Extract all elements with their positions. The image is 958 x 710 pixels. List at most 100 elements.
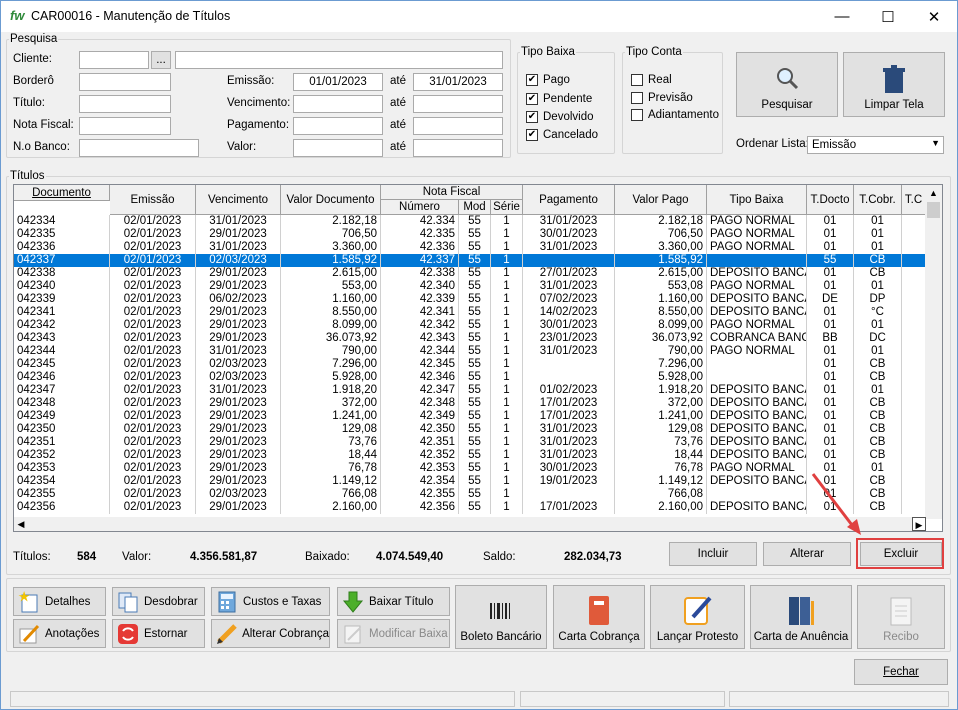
scroll-right-icon[interactable]: ▶ (912, 517, 926, 531)
table-row[interactable]: 042351 02/01/2023 29/01/2023 73,76 42.351 55 1… (14, 436, 926, 449)
col-mod[interactable]: Mod (459, 200, 491, 215)
carta-anuencia-button[interactable]: Carta de Anuência (750, 585, 852, 649)
titulos-grid[interactable]: Documento Emissão Vencimento Valor Docum… (13, 184, 943, 532)
col-serie[interactable]: Série (491, 200, 523, 215)
recibo-button[interactable]: Recibo (857, 585, 945, 649)
alterar-button[interactable]: Alterar (763, 542, 851, 566)
table-row[interactable]: 042356 02/01/2023 29/01/2023 2.160,00 42.356… (14, 501, 926, 514)
col-nota-fiscal[interactable]: Nota Fiscal (381, 185, 523, 200)
table-row[interactable]: 042343 02/01/2023 29/01/2023 36.073,92 42.34… (14, 332, 926, 345)
detalhes-label: Detalhes (45, 595, 91, 608)
lancar-protesto-button[interactable]: Lançar Protesto (650, 585, 745, 649)
table-row[interactable]: 042344 02/01/2023 31/01/2023 790,00 42.344 55… (14, 345, 926, 358)
pago-checkbox[interactable]: ✔ Pago (526, 74, 570, 86)
cell-tipo-baixa: PAGO NORMAL (707, 280, 807, 293)
custos-taxas-button[interactable]: Custos e Taxas (211, 587, 330, 616)
valor-de-input[interactable] (293, 139, 383, 157)
cliente-code-input[interactable] (79, 51, 149, 69)
table-row[interactable]: 042342 02/01/2023 29/01/2023 8.099,00 42.342… (14, 319, 926, 332)
table-row[interactable]: 042346 02/01/2023 02/03/2023 5.928,00 42.346… (14, 371, 926, 384)
table-row[interactable]: 042334 02/01/2023 31/01/2023 2.182,18 42.334… (14, 215, 926, 228)
table-row[interactable]: 042353 02/01/2023 29/01/2023 76,78 42.353 55 1… (14, 462, 926, 475)
cell-emissao: 02/01/2023 (110, 319, 196, 332)
titulo-input[interactable] (79, 95, 171, 113)
cell-numero: 42.343 (381, 332, 459, 345)
col-tipo-baixa[interactable]: Tipo Baixa (707, 185, 807, 215)
vencimento-de-input[interactable] (293, 95, 383, 113)
table-row[interactable]: 042354 02/01/2023 29/01/2023 1.149,12 42.354… (14, 475, 926, 488)
emissao-de-input[interactable]: 01/01/2023 (293, 73, 383, 91)
alterar-cobranca-button[interactable]: Alterar Cobrança (211, 619, 330, 648)
horizontal-scrollbar[interactable]: ◀ ▶ (14, 517, 926, 531)
cell-valor-pago: 372,00 (615, 397, 707, 410)
table-row[interactable]: 042345 02/01/2023 02/03/2023 7.296,00 42.345… (14, 358, 926, 371)
devolvido-checkbox[interactable]: ✔ Devolvido (526, 111, 594, 123)
table-row[interactable]: 042355 02/01/2023 02/03/2023 766,08 42.355 55… (14, 488, 926, 501)
emissao-ate-input[interactable]: 31/01/2023 (413, 73, 503, 91)
desdobrar-button[interactable]: Desdobrar (112, 587, 205, 616)
limpar-tela-button[interactable]: Limpar Tela (843, 52, 945, 117)
table-row[interactable]: 042338 02/01/2023 29/01/2023 2.615,00 42.338… (14, 267, 926, 280)
scroll-up-icon[interactable]: ▲ (925, 185, 942, 202)
col-valor-documento[interactable]: Valor Documento (281, 185, 381, 215)
close-icon[interactable]: ✕ (911, 1, 957, 32)
table-row[interactable]: 042339 02/01/2023 06/02/2023 1.160,00 42.339… (14, 293, 926, 306)
table-row[interactable]: 042341 02/01/2023 29/01/2023 8.550,00 42.341… (14, 306, 926, 319)
scroll-thumb[interactable] (927, 202, 940, 218)
cell-tdocto: DE (807, 293, 854, 306)
anotacoes-button[interactable]: Anotações (13, 619, 106, 648)
table-row[interactable]: 042348 02/01/2023 29/01/2023 372,00 42.348 55… (14, 397, 926, 410)
cell-tdocto: 01 (807, 436, 854, 449)
baixar-titulo-button[interactable]: Baixar Título (337, 587, 450, 616)
pagamento-de-input[interactable] (293, 117, 383, 135)
estornar-button[interactable]: Estornar (112, 619, 205, 648)
no-banco-input[interactable] (79, 139, 199, 157)
cell-tcobr: 01 (854, 280, 902, 293)
pagamento-ate-input[interactable] (413, 117, 503, 135)
scroll-left-icon[interactable]: ◀ (14, 517, 28, 531)
table-row[interactable]: 042350 02/01/2023 29/01/2023 129,08 42.350 55… (14, 423, 926, 436)
valor-total-label: Valor: (122, 551, 152, 563)
maximize-icon[interactable]: ☐ (865, 1, 911, 32)
col-tdocto[interactable]: T.Docto (807, 185, 854, 215)
boleto-bancario-button[interactable]: Boleto Bancário (455, 585, 547, 649)
cell-pagamento: 30/01/2023 (523, 228, 615, 241)
previsao-checkbox[interactable]: Previsão (631, 92, 693, 104)
cancelado-checkbox[interactable]: ✔ Cancelado (526, 129, 598, 141)
table-row[interactable]: 042347 02/01/2023 31/01/2023 1.918,20 42.347… (14, 384, 926, 397)
table-row[interactable]: 042335 02/01/2023 29/01/2023 706,50 42.335 55… (14, 228, 926, 241)
pendente-checkbox[interactable]: ✔ Pendente (526, 93, 592, 105)
table-row[interactable]: 042352 02/01/2023 29/01/2023 18,44 42.352 55 1… (14, 449, 926, 462)
col-documento[interactable]: Documento (14, 185, 110, 201)
col-emissao[interactable]: Emissão (110, 185, 196, 215)
col-numero[interactable]: Número (381, 200, 459, 215)
incluir-button[interactable]: Incluir (669, 542, 757, 566)
ordenar-select[interactable]: Emissão ▼ (807, 136, 944, 154)
table-row[interactable]: 042336 02/01/2023 31/01/2023 3.360,00 42.336… (14, 241, 926, 254)
col-vencimento[interactable]: Vencimento (196, 185, 281, 215)
bordero-input[interactable] (79, 73, 171, 91)
cliente-browse-button[interactable]: ... (151, 51, 171, 69)
table-row[interactable]: 042340 02/01/2023 29/01/2023 553,00 42.340 55… (14, 280, 926, 293)
col-valor-pago[interactable]: Valor Pago (615, 185, 707, 215)
carta-cobranca-button[interactable]: Carta Cobrança (553, 585, 645, 649)
nota-fiscal-input[interactable] (79, 117, 171, 135)
cell-pagamento: 19/01/2023 (523, 475, 615, 488)
modificar-baixa-button[interactable]: Modificar Baixa (337, 619, 450, 648)
col-pagamento[interactable]: Pagamento (523, 185, 615, 215)
vencimento-ate-input[interactable] (413, 95, 503, 113)
col-tc[interactable]: T.C (902, 185, 926, 215)
vertical-scrollbar[interactable]: ▲ (925, 185, 942, 519)
detalhes-button[interactable]: Detalhes (13, 587, 106, 616)
col-tcobr[interactable]: T.Cobr. (854, 185, 902, 215)
table-row[interactable]: 042349 02/01/2023 29/01/2023 1.241,00 42.349… (14, 410, 926, 423)
fechar-button[interactable]: Fechar (854, 659, 948, 685)
pesquisar-button[interactable]: Pesquisar (736, 52, 838, 117)
table-row[interactable]: 042337 02/01/2023 02/03/2023 1.585,92 42.337… (14, 254, 926, 267)
cell-valor-documento: 3.360,00 (281, 241, 381, 254)
adiantamento-checkbox[interactable]: Adiantamento (631, 109, 719, 121)
minimize-icon[interactable]: — (819, 1, 865, 32)
cliente-name-input[interactable] (175, 51, 503, 69)
real-checkbox[interactable]: Real (631, 74, 672, 86)
valor-ate-input[interactable] (413, 139, 503, 157)
